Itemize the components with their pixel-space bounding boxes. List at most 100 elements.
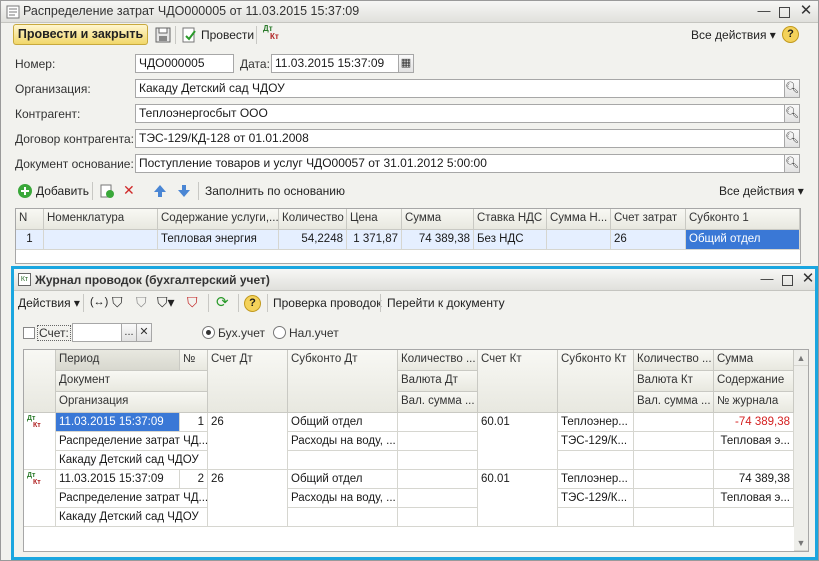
entry-number[interactable]: 1 <box>180 413 208 432</box>
help-icon[interactable]: ? <box>244 295 261 312</box>
entry-dt-subconto-2[interactable]: Расходы на воду, ... <box>288 489 398 508</box>
entry-content[interactable]: Тепловая э... <box>714 432 794 451</box>
entry-kt-subconto-3[interactable] <box>558 451 634 470</box>
journal-titlebar[interactable]: Кт Журнал проводок (бухгалтерский учет) … <box>14 269 815 291</box>
entry-kt-qty[interactable] <box>634 470 714 489</box>
entry-organization[interactable]: Какаду Детский сад ЧДОУ <box>56 508 208 527</box>
journal-header-dt-currency[interactable]: Валюта Дт <box>398 371 478 392</box>
account-clear-button[interactable]: ✕ <box>136 323 152 342</box>
table-cell[interactable]: 1 371,87 <box>347 230 402 250</box>
table-header-cell[interactable]: Ставка НДС <box>474 209 547 230</box>
clear-filter-icon[interactable]: ⛉ <box>187 294 198 311</box>
post-button[interactable]: Провести <box>201 28 254 42</box>
table-header-cell[interactable]: Содержание услуги,... <box>158 209 279 230</box>
journal-header-dt-account[interactable]: Счет Дт <box>208 350 288 413</box>
scroll-up-icon[interactable]: ▲ <box>794 350 808 366</box>
table-cell[interactable] <box>547 230 611 250</box>
entry-content[interactable]: Тепловая э... <box>714 489 794 508</box>
entry-sum[interactable]: 74 389,38 <box>714 470 794 489</box>
hierarchy-icon[interactable]: (↔) <box>90 296 108 308</box>
table-cell[interactable]: Без НДС <box>474 230 547 250</box>
entry-kt-subconto-2[interactable]: ТЭС-129/К... <box>558 489 634 508</box>
date-field[interactable]: 11.03.2015 15:37:09 <box>271 54 399 73</box>
entry-period[interactable]: 11.03.2015 15:37:09 <box>56 413 180 432</box>
entry-dt-cur-sum[interactable] <box>398 508 478 527</box>
dt-kt-icon[interactable]: Дт Кт <box>263 24 281 44</box>
fill-from-basis-button[interactable]: Заполнить по основанию <box>205 184 345 198</box>
entry-kt-currency[interactable] <box>634 489 714 508</box>
entry-kt-subconto-1[interactable]: Теплоэнер... <box>558 470 634 489</box>
journal-header-sum[interactable]: Сумма <box>714 350 794 371</box>
entry-dt-qty[interactable] <box>398 470 478 489</box>
entry-journal-no[interactable] <box>714 451 794 470</box>
table-header-cell[interactable]: Сумма Н... <box>547 209 611 230</box>
journal-header-dt-cur-sum[interactable]: Вал. сумма ... <box>398 392 478 413</box>
entry-kt-cur-sum[interactable] <box>634 451 714 470</box>
post-and-close-button[interactable]: Провести и закрыть <box>13 24 148 45</box>
entry-dt-account[interactable]: 26 <box>208 470 288 527</box>
account-filter-checkbox[interactable] <box>23 327 35 339</box>
basis-document-field[interactable]: Поступление товаров и услуг ЧДО00057 от … <box>135 154 785 173</box>
copy-icon[interactable] <box>99 183 115 199</box>
journal-header-kt-subconto[interactable]: Субконто Кт <box>558 350 634 413</box>
entry-dt-cur-sum[interactable] <box>398 451 478 470</box>
table-cell[interactable]: Тепловая энергия <box>158 230 279 250</box>
journal-actions-menu[interactable]: Действия ▾ <box>18 296 80 310</box>
entry-dt-subconto-3[interactable] <box>288 508 398 527</box>
entry-kt-subconto-2[interactable]: ТЭС-129/К... <box>558 432 634 451</box>
radio-tax-accounting[interactable] <box>273 326 286 339</box>
scroll-down-icon[interactable]: ▼ <box>794 535 808 551</box>
window-titlebar[interactable]: Распределение затрат ЧДО000005 от 11.03.… <box>1 1 818 23</box>
move-down-icon[interactable] <box>176 183 192 199</box>
entry-dt-qty[interactable] <box>398 413 478 432</box>
post-icon[interactable] <box>181 27 197 43</box>
help-icon[interactable]: ? <box>782 26 799 43</box>
journal-header-dt-qty[interactable]: Количество ... <box>398 350 478 371</box>
entry-sum[interactable]: -74 389,38 <box>714 413 794 432</box>
maximize-icon[interactable] <box>779 7 790 18</box>
entry-dt-subconto-1[interactable]: Общий отдел <box>288 413 398 432</box>
account-select-button[interactable]: ... <box>121 323 137 342</box>
organization-field[interactable]: Какаду Детский сад ЧДОУ <box>135 79 785 98</box>
journal-header-organization[interactable]: Организация <box>56 392 208 413</box>
refresh-icon[interactable]: ⟳ <box>216 293 229 311</box>
search-icon[interactable]: 🔍︎ <box>784 104 800 123</box>
entry-period[interactable]: 11.03.2015 15:37:09 <box>56 470 180 489</box>
journal-header-kt-currency[interactable]: Валюта Кт <box>634 371 714 392</box>
entry-dt-currency[interactable] <box>398 432 478 451</box>
filter-icon[interactable]: ⛉ <box>112 294 123 311</box>
search-icon[interactable]: 🔍︎ <box>784 79 800 98</box>
journal-header-dt-subconto[interactable]: Субконто Дт <box>288 350 398 413</box>
filter-settings-icon[interactable]: ⛉▾ <box>157 294 175 311</box>
table-all-actions-menu[interactable]: Все действия ▾ <box>719 184 804 198</box>
entry-kt-account[interactable]: 60.01 <box>478 413 558 470</box>
journal-header-num[interactable]: № <box>180 350 208 371</box>
entry-number[interactable]: 2 <box>180 470 208 489</box>
journal-header-period[interactable]: Период <box>56 350 180 371</box>
table-header-cell[interactable]: N <box>16 209 44 230</box>
table-cell[interactable]: 1 <box>16 230 44 250</box>
table-cell[interactable] <box>44 230 158 250</box>
maximize-icon[interactable] <box>782 275 793 286</box>
minimize-icon[interactable]: — <box>760 272 774 286</box>
account-filter-field[interactable] <box>72 323 122 342</box>
journal-header-content[interactable]: Содержание <box>714 371 794 392</box>
entry-kt-subconto-1[interactable]: Теплоэнер... <box>558 413 634 432</box>
minimize-icon[interactable]: — <box>757 4 771 18</box>
all-actions-menu[interactable]: Все действия ▾ <box>691 28 776 42</box>
entry-kt-cur-sum[interactable] <box>634 508 714 527</box>
journal-header-kt-qty[interactable]: Количество ... <box>634 350 714 371</box>
counterparty-field[interactable]: Теплоэнергосбыт ООО <box>135 104 785 123</box>
entry-document[interactable]: Распределение затрат ЧД... <box>56 489 208 508</box>
entry-dt-subconto-1[interactable]: Общий отдел <box>288 470 398 489</box>
add-button[interactable]: Добавить <box>36 184 89 198</box>
contract-field[interactable]: ТЭС-129/КД-128 от 01.01.2008 <box>135 129 785 148</box>
entry-kt-account[interactable]: 60.01 <box>478 470 558 527</box>
table-header-cell[interactable]: Количество <box>279 209 347 230</box>
check-entries-button[interactable]: Проверка проводок <box>273 296 382 310</box>
close-icon[interactable]: ✕ <box>799 3 813 18</box>
journal-header-journal-no[interactable]: № журнала <box>714 392 794 413</box>
radio-buh-accounting[interactable] <box>202 326 215 339</box>
entry-journal-no[interactable] <box>714 508 794 527</box>
filter-off-icon[interactable]: ⛉ <box>136 294 147 311</box>
